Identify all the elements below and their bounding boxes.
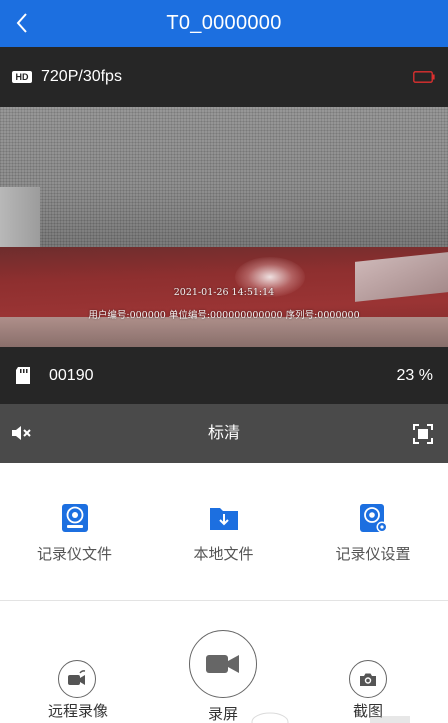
- camera-icon: [360, 673, 376, 686]
- page-title: T0_0000000: [166, 12, 282, 34]
- file-count: 00190: [49, 367, 94, 384]
- video-frame-paper: [0, 317, 448, 347]
- recorder-settings-label: 记录仪设置: [335, 546, 411, 563]
- screenshot-button[interactable]: [349, 660, 387, 698]
- local-files-label: 本地文件: [193, 546, 254, 563]
- recorder-settings-button[interactable]: 记录仪设置: [298, 463, 448, 600]
- recorder-files-button[interactable]: 记录仪文件: [0, 463, 149, 600]
- storage-percent: 23 %: [396, 367, 433, 384]
- remote-record-icon: [68, 670, 86, 685]
- watermark-logo: [251, 712, 410, 723]
- remote-record-label: 远程录像: [47, 703, 108, 720]
- record-controls: 远程录像 录屏 截图: [0, 601, 448, 723]
- recorder-files-label: 记录仪文件: [36, 546, 112, 563]
- local-folder-icon: [209, 508, 238, 530]
- resolution-label: 720P/30fps: [41, 68, 122, 85]
- recorder-settings-icon: [360, 504, 388, 533]
- action-grid: 记录仪文件 本地文件 记录仪设置: [0, 463, 448, 600]
- video-info-bar: HD 720P/30fps: [0, 47, 448, 107]
- local-files-button[interactable]: 本地文件: [149, 463, 298, 600]
- fullscreen-icon[interactable]: [413, 424, 433, 444]
- video-timestamp: 2021-01-26 14:51:14: [173, 287, 275, 298]
- remote-record-button[interactable]: [58, 660, 96, 698]
- storage-status-bar: 00190 23 %: [0, 347, 448, 404]
- recorder-files-icon: [61, 504, 88, 532]
- top-app-bar: T0_0000000: [0, 0, 448, 47]
- record-screen-button[interactable]: [189, 630, 257, 698]
- playback-control-bar: 标清: [0, 404, 448, 463]
- live-video-view[interactable]: 2021-01-26 14:51:14 用户编号:000000 单位编号:000…: [0, 107, 448, 347]
- sd-card-icon: [16, 367, 30, 384]
- battery-low-icon: [413, 71, 435, 83]
- video-frame-wall: [0, 107, 448, 257]
- video-camera-icon: [206, 655, 239, 673]
- video-id-overlay: 用户编号:000000 单位编号:000000000000 序列号:000000…: [88, 310, 360, 321]
- quality-toggle[interactable]: 标清: [0, 404, 448, 463]
- hd-badge: HD: [12, 71, 32, 83]
